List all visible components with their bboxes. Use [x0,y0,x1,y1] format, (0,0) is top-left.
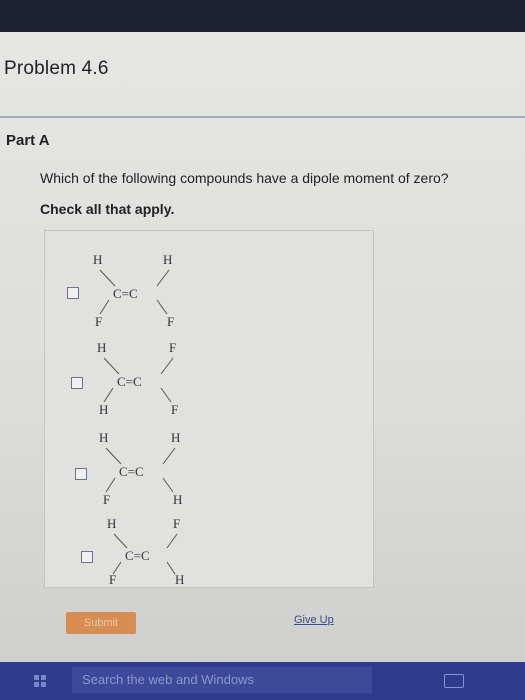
option-4-double-bond: C=C [125,548,150,563]
option-4-top-right-atom: F [173,516,180,531]
option-2-top-right-atom: F [169,340,176,355]
option-2-bottom-left-atom: H [99,402,108,417]
problem-title: Problem 4.6 [4,58,109,79]
option-1-bottom-left-atom: F [95,314,102,329]
option-2-bottom-right-atom: F [171,402,178,417]
windows-start-icon[interactable] [34,675,46,687]
option-4-bottom-left-atom: F [109,572,116,587]
browser-top-bar [0,0,525,32]
option-1-double-bond: C=C [113,286,138,301]
option-3[interactable]: H H C=C F H [45,426,245,512]
question-text: Which of the following compounds have a … [40,170,449,186]
option-1-top-right-atom: H [163,252,172,267]
option-3-molecule: H H C=C F H [99,430,182,507]
taskbar-search-input[interactable]: Search the web and Windows [72,667,372,693]
option-2-molecule: H F C=C H F [97,340,178,417]
option-3-double-bond: C=C [119,464,144,479]
option-2-top-left-atom: H [97,340,106,355]
option-4-bottom-right-atom: H [175,572,184,587]
option-4-top-left-atom: H [107,516,116,531]
option-3-bottom-right-atom: H [173,492,182,507]
submit-button[interactable]: Submit [66,612,136,634]
option-4-molecule: H F C=C F H [107,516,184,587]
option-1-molecule: H H C=C F F [93,252,174,329]
option-1[interactable]: H H C=C F F [45,246,245,332]
instruction-text: Check all that apply. [40,201,175,217]
option-2-double-bond: C=C [117,374,142,389]
option-1-bottom-right-atom: F [167,314,174,329]
option-1-top-left-atom: H [93,252,102,267]
option-3-bottom-left-atom: F [103,492,110,507]
answer-options: H H C=C F F H F C=C H F H H C=C F H H F … [44,230,374,588]
option-2[interactable]: H F C=C H F [45,334,245,420]
give-up-link[interactable]: Give Up [294,614,334,626]
option-3-top-left-atom: H [99,430,108,445]
option-4[interactable]: H F C=C F H [45,508,245,594]
part-label: Part A [6,132,50,149]
header-divider [0,116,525,118]
option-3-top-right-atom: H [171,430,180,445]
keyboard-icon[interactable] [444,674,464,688]
